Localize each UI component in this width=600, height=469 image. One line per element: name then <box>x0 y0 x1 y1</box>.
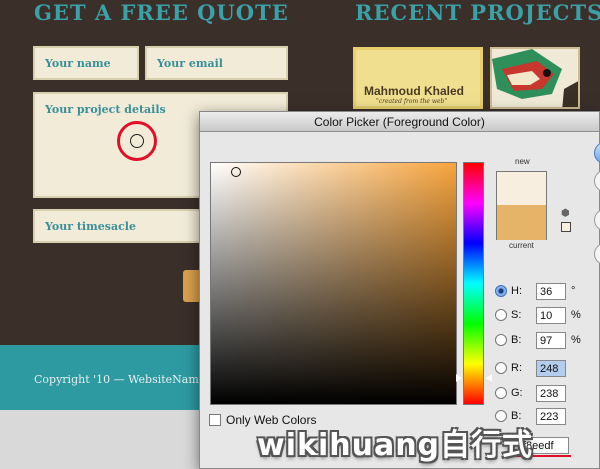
hue-row: H: 36 ° <box>495 283 595 301</box>
dragon-illustration-icon <box>492 49 578 107</box>
blue-input[interactable]: 223 <box>536 408 566 425</box>
brightness-label: B: <box>511 334 522 346</box>
red-row: R: 248 <box>495 360 595 378</box>
projects-heading: RECENT PROJECTS <box>355 0 600 25</box>
saturation-label: S: <box>511 309 522 321</box>
project-subtitle: "created from the web" <box>376 98 448 105</box>
new-color-swatch <box>497 172 546 205</box>
saturation-unit: % <box>571 309 581 321</box>
side-button-2[interactable] <box>594 170 600 192</box>
green-label: G: <box>511 387 523 399</box>
saturation-radio[interactable] <box>495 309 507 321</box>
copyright-text: Copyright '10 — WebsiteNam <box>34 373 199 386</box>
brightness-row: B: 97 % <box>495 332 595 350</box>
web-safe-swatch[interactable] <box>561 222 571 232</box>
hue-input[interactable]: 36 <box>536 283 566 300</box>
color-field-marker[interactable] <box>231 167 241 177</box>
quote-heading: GET A FREE QUOTE <box>34 0 289 25</box>
current-color-swatch[interactable] <box>497 205 546 240</box>
project-thumbnail-2[interactable] <box>490 47 580 109</box>
brightness-unit: % <box>571 334 581 346</box>
brightness-input[interactable]: 97 <box>536 332 566 349</box>
red-input[interactable]: 248 <box>536 360 566 377</box>
hue-slider-handle-right[interactable] <box>486 374 492 382</box>
color-field[interactable] <box>210 162 457 405</box>
dialog-title: Color Picker (Foreground Color) <box>314 115 485 129</box>
saturation-row: S: 10 % <box>495 307 595 325</box>
hue-label: H: <box>511 285 522 297</box>
email-field[interactable]: Your email <box>145 46 288 80</box>
green-row: G: 238 <box>495 385 595 403</box>
watermark-text: wikihuang自行式 <box>257 428 534 463</box>
dialog-titlebar[interactable]: Color Picker (Foreground Color) <box>200 112 599 132</box>
green-radio[interactable] <box>495 387 507 399</box>
hue-radio[interactable] <box>495 285 507 297</box>
hue-slider-handle-left[interactable] <box>456 374 462 382</box>
red-label: R: <box>511 362 522 374</box>
green-input[interactable]: 238 <box>536 385 566 402</box>
project-title: Mahmoud Khaled <box>364 84 465 98</box>
color-picker-dialog: Color Picker (Foreground Color) new curr… <box>199 111 600 469</box>
only-web-colors-checkbox[interactable] <box>209 414 221 426</box>
hue-slider[interactable] <box>463 162 484 405</box>
current-label: current <box>509 241 534 250</box>
new-label: new <box>515 157 530 166</box>
brightness-radio[interactable] <box>495 334 507 346</box>
project-thumbnail-1[interactable]: Mahmoud Khaled "created from the web" <box>353 47 483 109</box>
cursor-icon <box>130 134 144 148</box>
side-button-3[interactable] <box>594 209 600 231</box>
saturation-input[interactable]: 10 <box>536 307 566 324</box>
side-button-4[interactable] <box>594 243 600 265</box>
hue-unit: ° <box>571 285 576 297</box>
red-radio[interactable] <box>495 362 507 374</box>
web-safe-cube-icon[interactable]: ⬢ <box>561 208 570 219</box>
name-field[interactable]: Your name <box>33 46 139 80</box>
side-button-1[interactable] <box>594 142 600 164</box>
color-swatch <box>496 171 547 240</box>
